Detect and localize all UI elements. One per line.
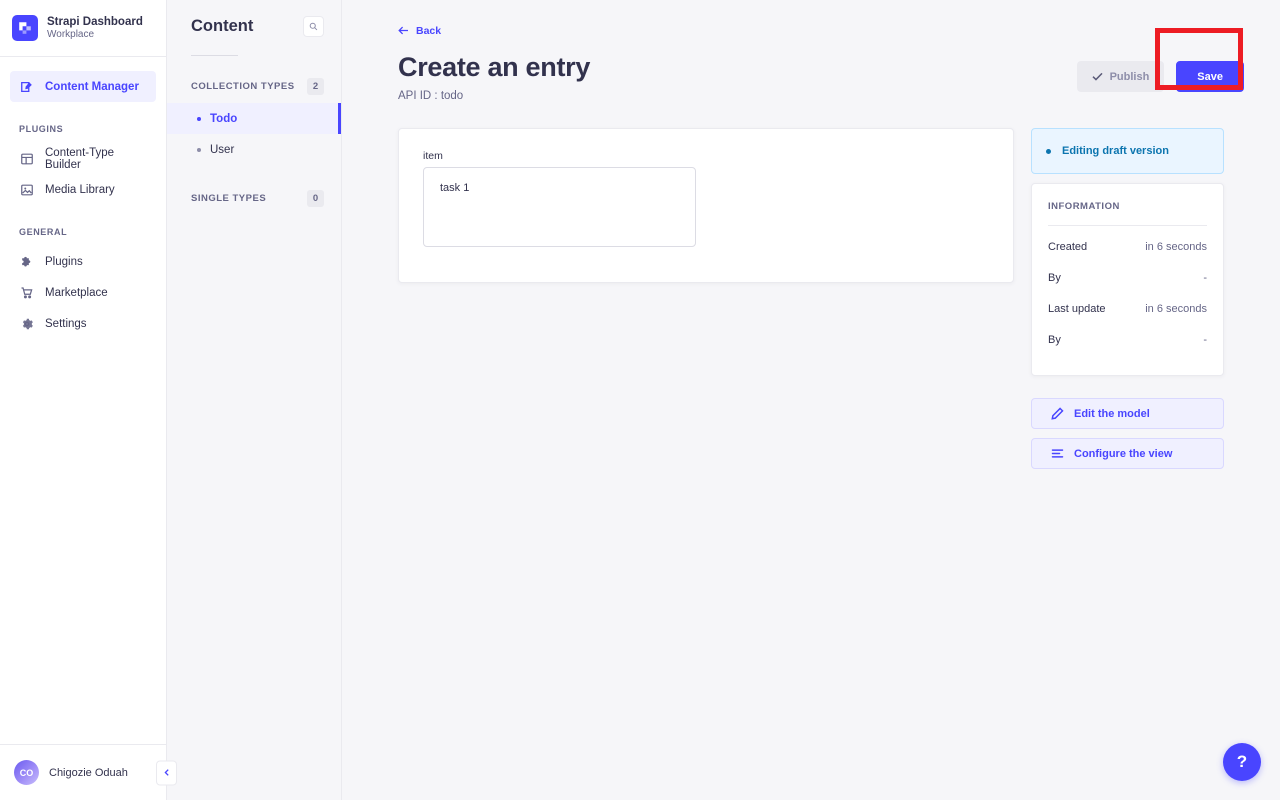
table-row: By -	[1048, 324, 1207, 355]
shopping-cart-icon	[19, 285, 34, 300]
sidebar-section-general: GENERAL	[19, 227, 68, 237]
sidebar-item-content-type-builder[interactable]: Content-Type Builder	[10, 143, 156, 174]
sidebar-item-label: Settings	[45, 317, 87, 330]
save-label: Save	[1197, 70, 1223, 83]
information-divider	[1048, 225, 1207, 227]
table-row: Last update in 6 seconds	[1048, 293, 1207, 324]
content-manager-icon	[19, 79, 34, 94]
main-sidebar: Strapi Dashboard Workplace Content Manag…	[0, 0, 177, 800]
item-textarea[interactable]	[423, 167, 696, 248]
collection-type-item-todo[interactable]: Todo	[167, 103, 341, 135]
puzzle-icon	[19, 254, 34, 269]
collection-types-label: COLLECTION TYPES	[191, 81, 295, 93]
gear-icon	[19, 316, 34, 331]
information-card: INFORMATION Created in 6 seconds By - La…	[1031, 183, 1224, 377]
collection-types-count: 2	[307, 78, 324, 96]
publish-button[interactable]: Publish	[1076, 61, 1165, 92]
sidebar-item-settings[interactable]: Settings	[10, 308, 156, 339]
sidebar-nav-list: Content Manager PLUGINS Content-Type Bui…	[0, 57, 166, 744]
info-value: -	[1203, 271, 1207, 284]
user-profile-bar[interactable]: CO Chigozie Oduah	[0, 744, 177, 800]
collection-types-list: Todo User	[167, 103, 341, 165]
sliders-icon	[1051, 449, 1064, 458]
sidebar-item-label: Media Library	[45, 183, 115, 196]
sidebar-item-label: Plugins	[45, 255, 83, 268]
collection-type-item-user[interactable]: User	[167, 134, 341, 165]
single-types-label: SINGLE TYPES	[191, 193, 267, 205]
info-key: Last update	[1048, 302, 1106, 315]
user-name: Chigozie Oduah	[49, 766, 128, 779]
brand-header[interactable]: Strapi Dashboard Workplace	[0, 0, 166, 57]
sidebar-collapse-button[interactable]	[156, 760, 177, 785]
page-title-row: Create an entry API ID : todo Publish Sa…	[398, 52, 1244, 102]
sidebar-item-label: Marketplace	[45, 286, 108, 299]
chevron-left-icon	[163, 769, 169, 776]
table-row: By -	[1048, 262, 1207, 293]
information-heading: INFORMATION	[1048, 201, 1120, 213]
brand-subtitle: Workplace	[47, 28, 95, 40]
info-key: Created	[1048, 240, 1088, 253]
info-key: By	[1048, 271, 1061, 284]
content-types-panel: Content COLLECTION TYPES 2 Todo User SIN…	[167, 0, 342, 800]
pencil-icon	[1051, 407, 1064, 420]
content-panel-divider	[191, 55, 238, 57]
page-header: Back Create an entry API ID : todo Publi…	[342, 0, 1280, 102]
entry-form-card: item	[398, 128, 1014, 284]
page-subtitle: API ID : todo	[398, 90, 464, 103]
configure-the-view-label: Configure the view	[1074, 447, 1173, 460]
entry-side-panel: Editing draft version INFORMATION Create…	[1031, 128, 1224, 470]
single-types-count: 0	[307, 190, 324, 208]
draft-status-label: Editing draft version	[1062, 145, 1169, 158]
content-panel-title: Content	[191, 17, 254, 35]
info-value: -	[1203, 333, 1207, 346]
configure-the-view-button[interactable]: Configure the view	[1031, 438, 1224, 470]
sidebar-section-plugins: PLUGINS	[19, 124, 64, 134]
back-link[interactable]: Back	[398, 25, 441, 37]
sidebar-item-label: Content Manager	[45, 80, 139, 93]
back-label: Back	[416, 24, 442, 37]
arrow-left-icon	[398, 26, 408, 35]
collection-types-header: COLLECTION TYPES 2	[167, 78, 341, 96]
edit-the-model-label: Edit the model	[1074, 407, 1150, 420]
content-panel-header: Content	[167, 16, 341, 37]
sidebar-item-marketplace[interactable]: Marketplace	[10, 277, 156, 308]
bullet-icon	[197, 147, 201, 152]
status-dot-icon	[1046, 148, 1051, 154]
collection-type-label: User	[210, 143, 235, 156]
collection-type-label: Todo	[210, 112, 238, 125]
avatar: CO	[14, 760, 39, 785]
edit-the-model-button[interactable]: Edit the model	[1031, 398, 1224, 430]
entry-editor-body: item Editing draft version INFORMATION C…	[342, 102, 1280, 470]
sidebar-item-label: Content-Type Builder	[45, 146, 115, 171]
help-button[interactable]: ?	[1223, 743, 1261, 781]
sidebar-item-content-manager[interactable]: Content Manager	[10, 71, 156, 102]
save-button[interactable]: Save	[1176, 61, 1244, 92]
help-icon: ?	[1236, 752, 1248, 771]
header-actions: Publish Save	[1076, 52, 1244, 92]
info-key: By	[1048, 333, 1061, 346]
brand-title: Strapi Dashboard	[47, 15, 143, 28]
sidebar-item-plugins[interactable]: Plugins	[10, 246, 156, 277]
search-icon	[309, 22, 318, 31]
main-content: Back Create an entry API ID : todo Publi…	[342, 0, 1280, 800]
field-label-item: item	[423, 150, 443, 163]
table-row: Created in 6 seconds	[1048, 231, 1207, 262]
single-types-header: SINGLE TYPES 0	[167, 190, 341, 208]
check-icon	[1092, 72, 1103, 81]
page-title: Create an entry	[398, 52, 591, 82]
bullet-icon	[197, 116, 201, 121]
publish-label: Publish	[1109, 70, 1150, 83]
content-search-button[interactable]	[303, 16, 324, 37]
info-value: in 6 seconds	[1145, 302, 1207, 315]
app-root: Strapi Dashboard Workplace Content Manag…	[0, 0, 1280, 800]
strapi-logo-icon	[12, 15, 38, 41]
page-title-block: Create an entry API ID : todo	[398, 52, 590, 102]
image-icon	[19, 182, 34, 197]
sidebar-item-media-library[interactable]: Media Library	[10, 174, 156, 205]
draft-status-badge: Editing draft version	[1031, 128, 1224, 175]
info-value: in 6 seconds	[1145, 240, 1207, 253]
layout-icon	[19, 151, 34, 166]
